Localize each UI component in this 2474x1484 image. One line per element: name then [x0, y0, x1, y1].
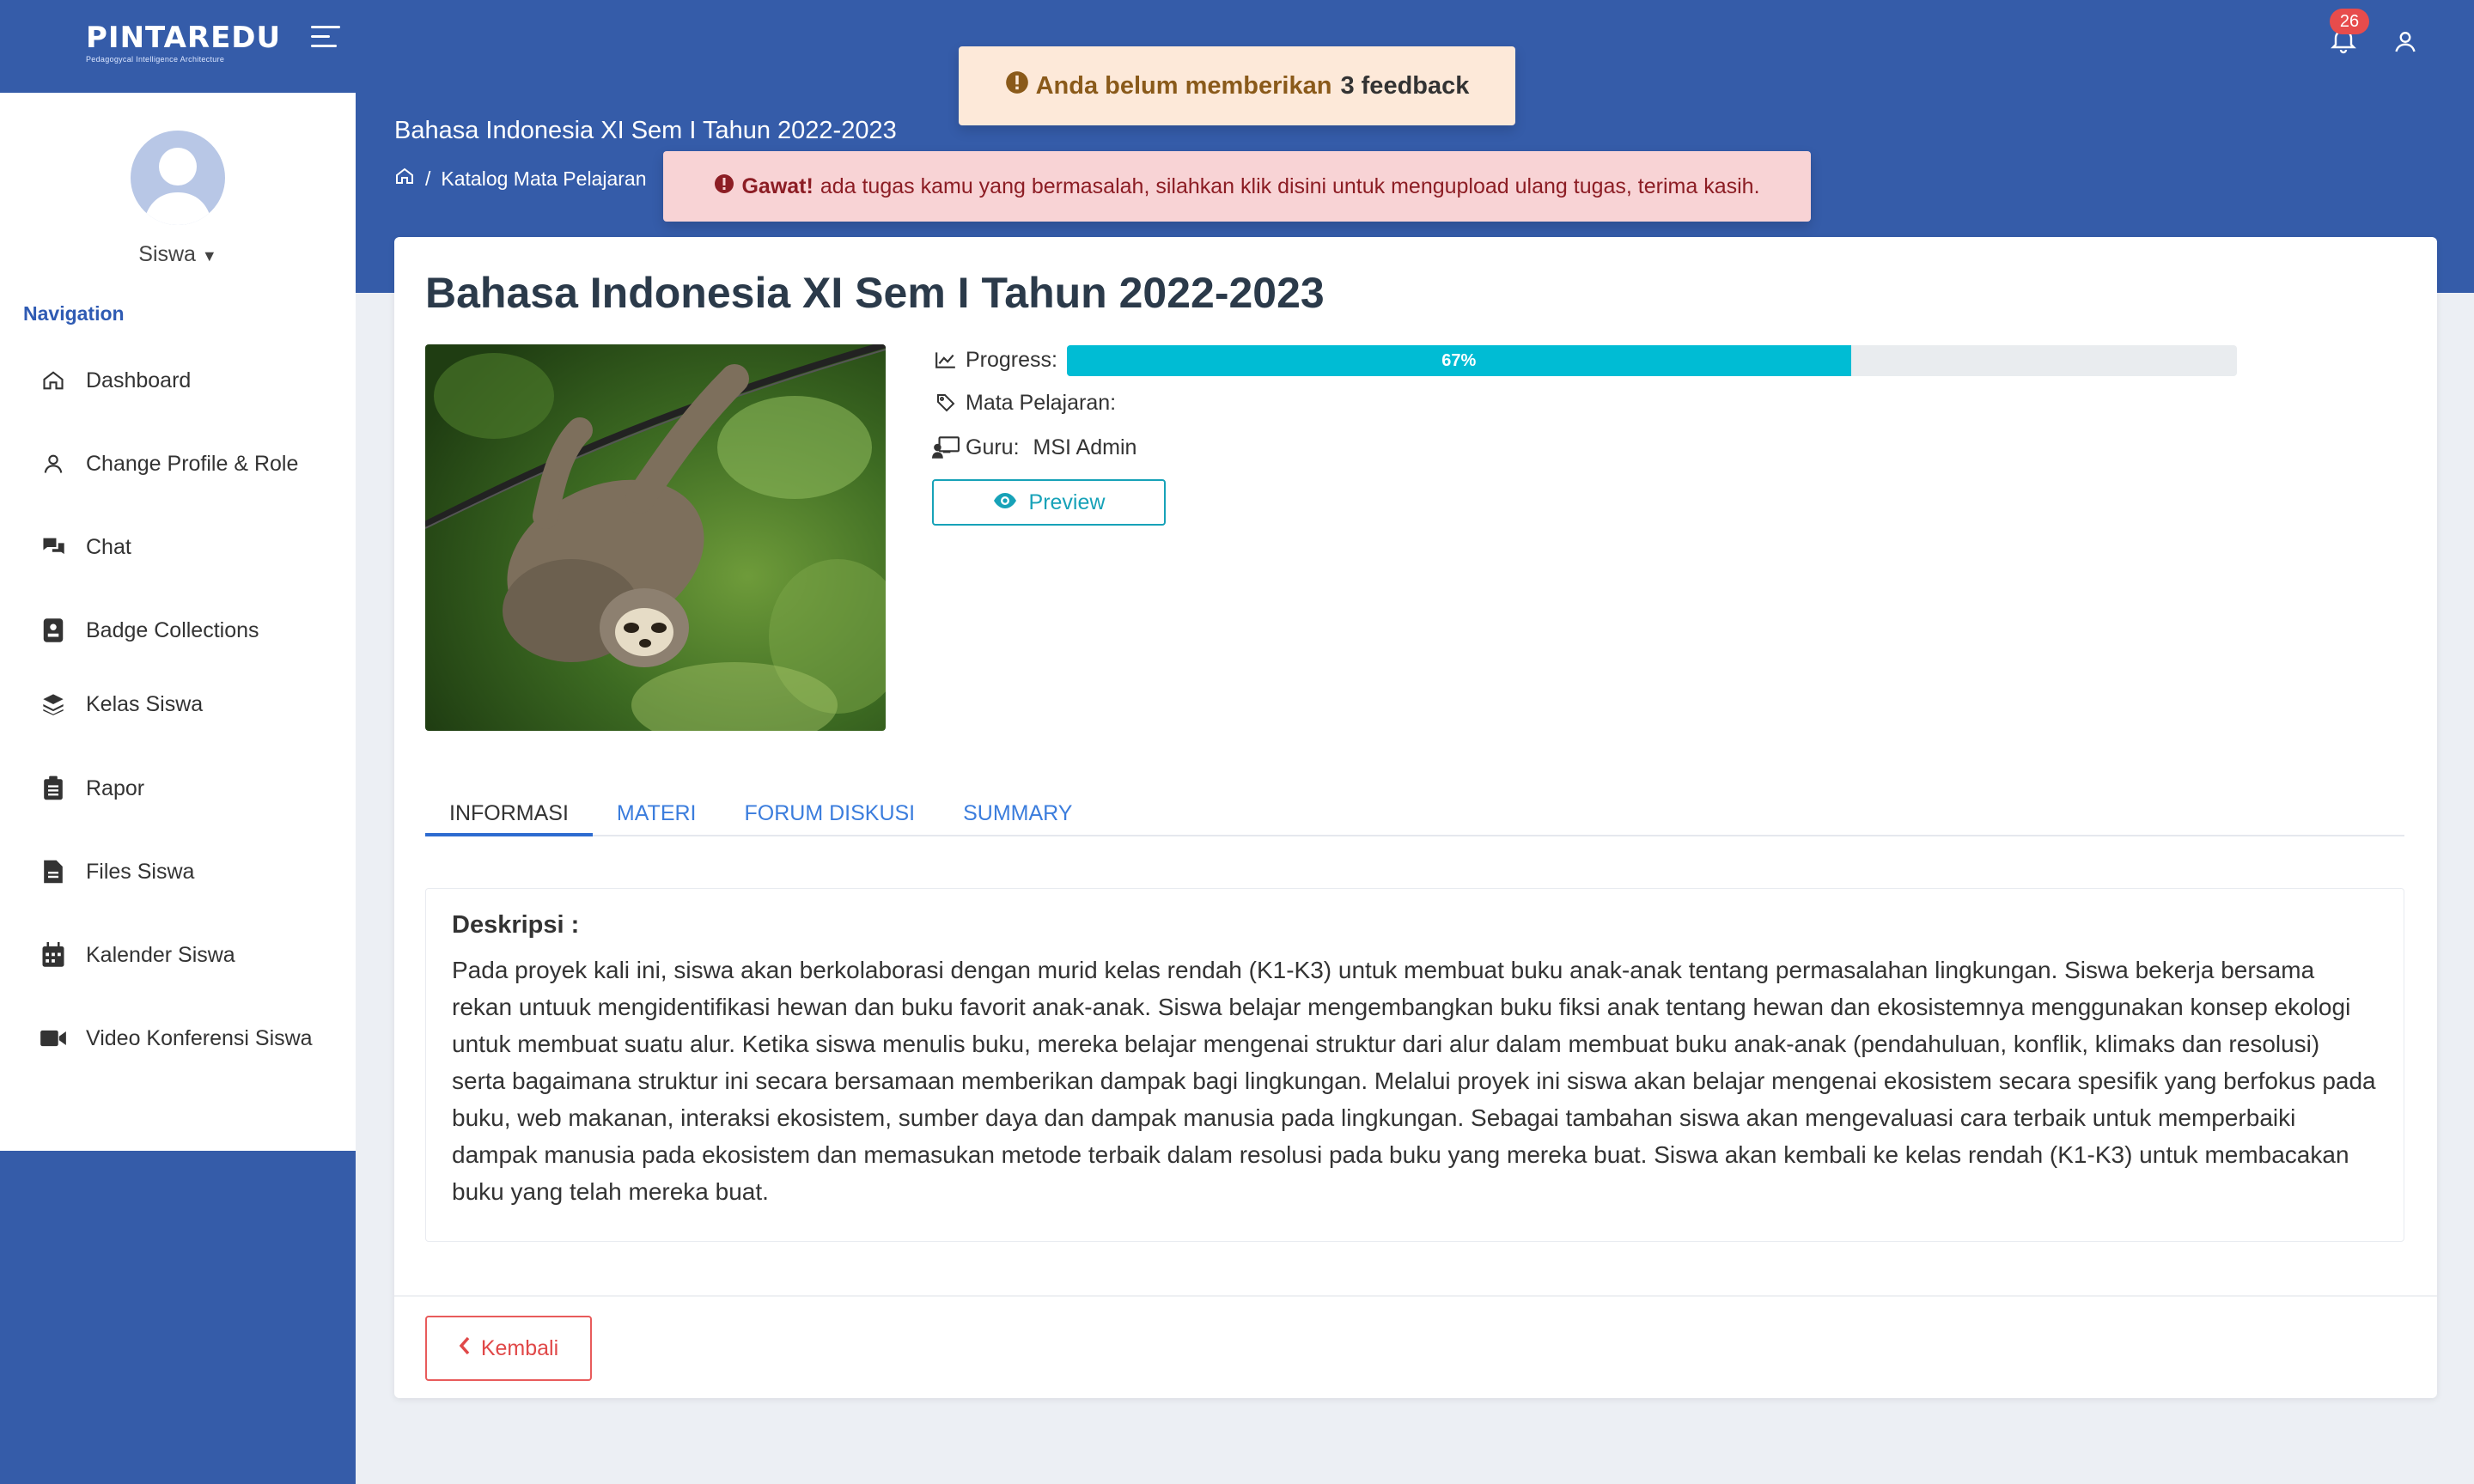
description-title: Deskripsi :	[452, 911, 580, 939]
breadcrumb: / Katalog Mata Pelajaran	[394, 166, 647, 192]
layers-icon	[38, 689, 69, 720]
danger-bold: Gawat!	[741, 173, 813, 198]
tab-summary[interactable]: SUMMARY	[939, 792, 1096, 836]
file-icon	[38, 856, 69, 887]
preview-button[interactable]: Preview	[932, 479, 1166, 526]
teacher-row: Guru: MSI Admin	[931, 433, 1136, 462]
page-header-title: Bahasa Indonesia XI Sem I Tahun 2022-202…	[394, 117, 897, 144]
subject-label: Mata Pelajaran:	[966, 390, 1117, 415]
teacher-value: MSI Admin	[1033, 435, 1137, 459]
clipboard-icon	[38, 773, 69, 804]
menu-toggle-icon[interactable]	[311, 26, 342, 52]
progress-row: Progress:	[931, 345, 1057, 374]
course-title: Bahasa Indonesia XI Sem I Tahun 2022-202…	[425, 269, 1325, 317]
caret-down-icon: ▼	[201, 247, 217, 265]
danger-text: ada tugas kamu yang bermasalah, silahkan…	[820, 173, 1760, 198]
logo[interactable]: PINTAREDU Pedagogycal Intelligence Archi…	[86, 21, 282, 69]
sidebar-item-label: Chat	[86, 534, 131, 559]
progress-bar: 67%	[1067, 345, 2237, 376]
sidebar-item-label: Badge Collections	[86, 617, 259, 642]
role-dropdown[interactable]: Siswa ▼	[0, 242, 356, 267]
feedback-warning-toast[interactable]: Anda belum memberikan 3 feedback	[959, 46, 1515, 125]
description-body: Pada proyek kali ini, siswa akan berkola…	[452, 957, 2376, 1205]
video-icon	[38, 1023, 69, 1054]
course-thumbnail	[425, 344, 886, 731]
sidebar-item-badge-collections[interactable]: Badge Collections	[38, 609, 347, 652]
warning-text: Anda belum memberikan	[1035, 71, 1332, 100]
user-menu-icon[interactable]	[2390, 26, 2421, 57]
warning-count: 3 feedback	[1340, 71, 1470, 100]
back-label: Kembali	[480, 1335, 559, 1360]
sidebar-item-label: Kalender Siswa	[86, 942, 235, 967]
sidebar-item-video-konferensi[interactable]: Video Konferensi Siswa	[38, 1017, 347, 1060]
chart-line-icon	[931, 345, 960, 374]
notification-count-badge: 26	[2330, 9, 2369, 34]
sidebar-item-label: Change Profile & Role	[86, 451, 299, 476]
tab-materi[interactable]: MATERI	[593, 792, 721, 836]
task-problem-alert[interactable]: Gawat! ada tugas kamu yang bermasalah, s…	[663, 151, 1811, 222]
logo-text: PINTAREDU	[86, 21, 282, 55]
sidebar-item-change-profile[interactable]: Change Profile & Role	[38, 442, 347, 485]
chevron-left-icon	[459, 1336, 471, 1361]
avatar	[131, 131, 225, 225]
tab-informasi[interactable]: INFORMASI	[425, 792, 593, 836]
tab-forum-diskusi[interactable]: FORUM DISKUSI	[721, 792, 940, 836]
badge-icon	[38, 615, 69, 646]
logo-subtitle: Pedagogycal Intelligence Architecture	[86, 55, 225, 64]
home-icon[interactable]	[394, 166, 415, 192]
subject-row: Mata Pelajaran:	[931, 388, 1123, 417]
back-button[interactable]: Kembali	[425, 1316, 592, 1381]
tag-icon	[931, 388, 960, 417]
sidebar-item-label: Files Siswa	[86, 859, 195, 884]
eye-icon	[993, 490, 1017, 515]
breadcrumb-item[interactable]: Katalog Mata Pelajaran	[441, 167, 646, 191]
course-card: Bahasa Indonesia XI Sem I Tahun 2022-202…	[394, 237, 2437, 1398]
course-tabs: INFORMASI MATERI FORUM DISKUSI SUMMARY	[425, 792, 2404, 836]
teacher-icon	[931, 433, 960, 462]
teacher-label: Guru:	[966, 435, 1020, 459]
sidebar-item-label: Video Konferensi Siswa	[86, 1025, 313, 1050]
sidebar-item-label: Kelas Siswa	[86, 691, 204, 716]
card-footer-divider	[394, 1295, 2437, 1297]
calendar-icon	[38, 940, 69, 970]
sidebar-item-files-siswa[interactable]: Files Siswa	[38, 850, 347, 893]
home-icon	[38, 365, 69, 396]
description-panel: Deskripsi : Pada proyek kali ini, siswa …	[425, 888, 2404, 1242]
progress-bar-fill: 67%	[1067, 345, 1851, 376]
role-label: Siswa	[138, 242, 196, 266]
sidebar-item-label: Dashboard	[86, 368, 192, 392]
sidebar-item-kalender-siswa[interactable]: Kalender Siswa	[38, 934, 347, 976]
sidebar-item-kelas-siswa[interactable]: Kelas Siswa	[38, 683, 347, 726]
progress-label: Progress:	[966, 347, 1057, 372]
nav-section-title: Navigation	[23, 302, 125, 325]
exclamation-circle-icon	[714, 173, 734, 200]
sidebar-item-label: Rapor	[86, 775, 145, 800]
sidebar-item-dashboard[interactable]: Dashboard	[38, 359, 347, 402]
sidebar-item-rapor[interactable]: Rapor	[38, 767, 347, 810]
exclamation-circle-icon	[1005, 70, 1029, 101]
breadcrumb-separator: /	[425, 167, 431, 190]
chat-icon	[38, 532, 69, 563]
preview-label: Preview	[1028, 490, 1106, 514]
user-icon	[38, 448, 69, 479]
sidebar-item-chat[interactable]: Chat	[38, 526, 347, 569]
